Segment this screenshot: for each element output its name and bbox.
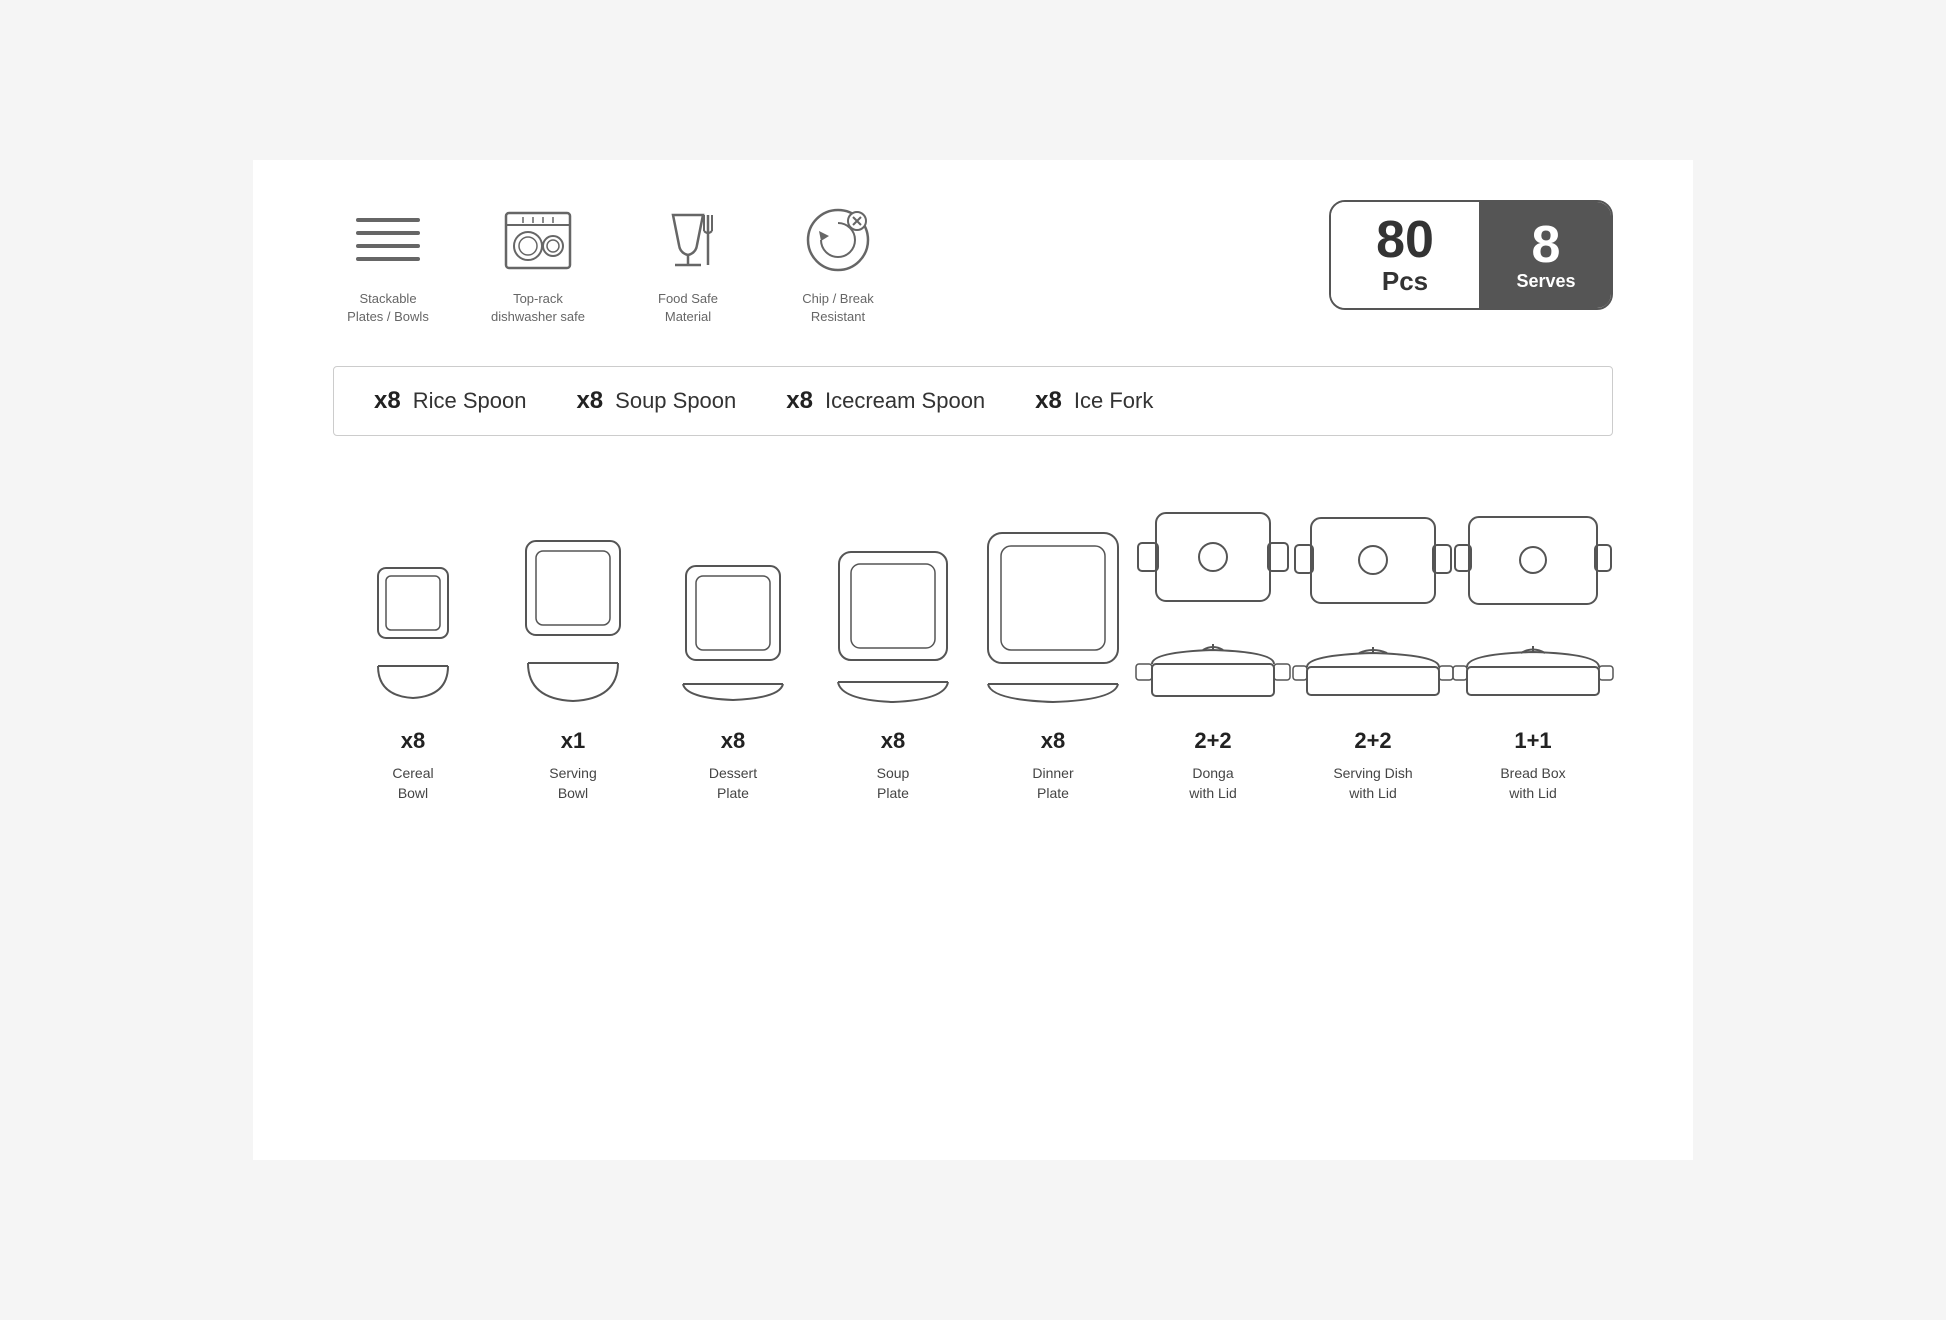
cutlery-item-2: x8 Icecream Spoon xyxy=(786,387,985,415)
cutlery-qty-1: x8 xyxy=(576,387,603,415)
soup-plate-qty: x8 xyxy=(881,728,905,754)
cutlery-name-1: Soup Spoon xyxy=(615,388,736,414)
soup-plate-illustrations xyxy=(833,486,953,706)
item-dessert-plate: x8 DessertPlate xyxy=(653,486,813,803)
serves-number: 8 xyxy=(1532,219,1561,271)
cutlery-qty-3: x8 xyxy=(1035,387,1062,415)
feature-food-safe: Food SafeMaterial xyxy=(633,200,743,326)
dinner-plate-name: DinnerPlate xyxy=(1032,764,1073,803)
cutlery-qty-2: x8 xyxy=(786,387,813,415)
cutlery-bar: x8 Rice Spoon x8 Soup Spoon x8 Icecream … xyxy=(333,366,1613,436)
pcs-number: 80 xyxy=(1376,214,1434,266)
dinner-plate-illustrations xyxy=(983,486,1123,706)
feature-chip-break: Chip / BreakResistant xyxy=(783,200,893,326)
item-serving-dish: 2+2 Serving Dishwith Lid xyxy=(1293,486,1453,803)
dinner-plate-qty: x8 xyxy=(1041,728,1065,754)
dessert-plate-name: DessertPlate xyxy=(709,764,757,803)
stackable-label: StackablePlates / Bowls xyxy=(347,290,429,326)
cereal-bowl-qty: x8 xyxy=(401,728,425,754)
cutlery-name-0: Rice Spoon xyxy=(413,388,527,414)
dessert-plate-illustrations xyxy=(678,486,788,706)
features-row: StackablePlates / Bowls xyxy=(333,200,893,326)
cutlery-item-3: x8 Ice Fork xyxy=(1035,387,1153,415)
serving-bowl-qty: x1 xyxy=(561,728,585,754)
serves-label: Serves xyxy=(1516,271,1575,292)
item-serving-bowl: x1 ServingBowl xyxy=(493,486,653,803)
feature-stackable: StackablePlates / Bowls xyxy=(333,200,443,326)
items-grid: x8 CerealBowl x1 ServingBowl xyxy=(333,486,1613,803)
pcs-serves-badge: 80 Pcs 8 Serves xyxy=(1329,200,1613,310)
food-safe-label: Food SafeMaterial xyxy=(658,290,718,326)
item-cereal-bowl: x8 CerealBowl xyxy=(333,486,493,803)
item-bread-box: 1+1 Bread Boxwith Lid xyxy=(1453,486,1613,803)
serving-dish-qty: 2+2 xyxy=(1354,728,1391,754)
cutlery-item-0: x8 Rice Spoon xyxy=(374,387,526,415)
bread-box-qty: 1+1 xyxy=(1514,728,1551,754)
cutlery-qty-0: x8 xyxy=(374,387,401,415)
donga-name: Dongawith Lid xyxy=(1189,764,1236,803)
pcs-unit: Pcs xyxy=(1382,266,1428,297)
feature-dishwasher: Top-rackdishwasher safe xyxy=(483,200,593,326)
serves-section: 8 Serves xyxy=(1481,202,1611,308)
item-soup-plate: x8 SoupPlate xyxy=(813,486,973,803)
dishwasher-icon xyxy=(498,200,578,280)
cereal-bowl-illustrations xyxy=(368,486,458,706)
serving-dish-illustrations xyxy=(1293,486,1453,706)
donga-illustrations xyxy=(1138,486,1288,706)
cutlery-name-3: Ice Fork xyxy=(1074,388,1153,414)
pcs-section: 80 Pcs xyxy=(1331,202,1481,308)
soup-plate-name: SoupPlate xyxy=(877,764,910,803)
main-page: StackablePlates / Bowls xyxy=(253,160,1693,1160)
food-safe-icon xyxy=(648,200,728,280)
serving-bowl-name: ServingBowl xyxy=(549,764,596,803)
bread-box-name: Bread Boxwith Lid xyxy=(1500,764,1565,803)
item-dinner-plate: x8 DinnerPlate xyxy=(973,486,1133,803)
cutlery-name-2: Icecream Spoon xyxy=(825,388,985,414)
stackable-icon xyxy=(348,200,428,280)
cutlery-item-1: x8 Soup Spoon xyxy=(576,387,736,415)
serving-dish-name: Serving Dishwith Lid xyxy=(1333,764,1412,803)
top-section: StackablePlates / Bowls xyxy=(333,200,1613,326)
dessert-plate-qty: x8 xyxy=(721,728,745,754)
dishwasher-label: Top-rackdishwasher safe xyxy=(491,290,585,326)
bread-box-illustrations xyxy=(1453,486,1613,706)
serving-bowl-illustrations xyxy=(518,486,628,706)
item-donga: 2+2 Dongawith Lid xyxy=(1133,486,1293,803)
cereal-bowl-name: CerealBowl xyxy=(392,764,433,803)
donga-qty: 2+2 xyxy=(1194,728,1231,754)
chip-break-label: Chip / BreakResistant xyxy=(802,290,874,326)
chip-break-icon xyxy=(798,200,878,280)
